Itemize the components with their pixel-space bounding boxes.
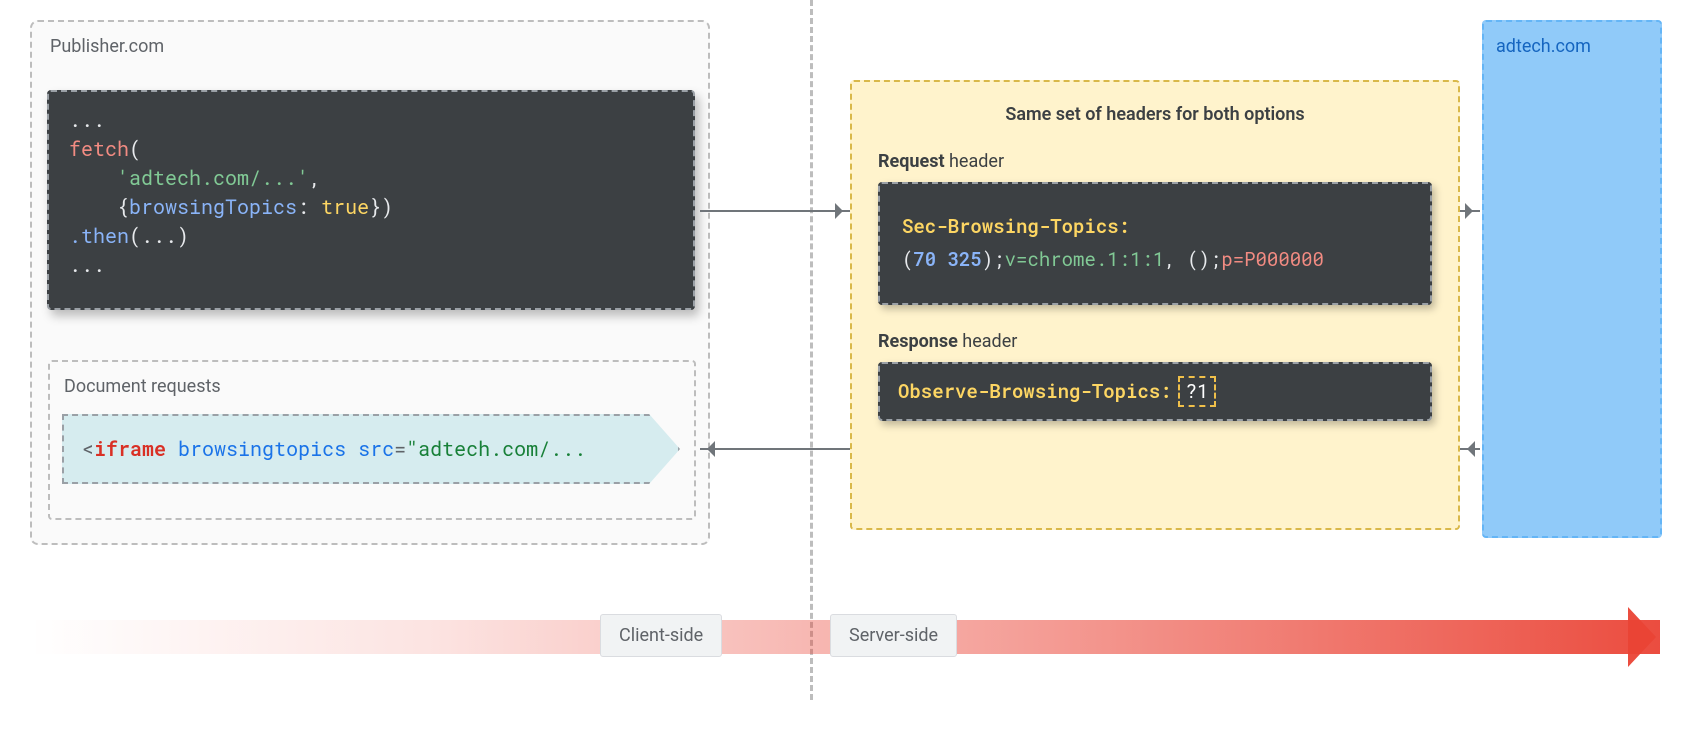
code-then-args: (...)	[129, 223, 189, 249]
rb-p1: (	[902, 247, 913, 272]
client-side-label: Client-side	[600, 614, 722, 657]
response-header-value-box: ?1	[1178, 376, 1217, 407]
request-header-name: Sec-Browsing-Topics:	[902, 214, 1130, 239]
code-comma: ,	[309, 165, 321, 191]
response-header-strong: Response	[878, 331, 958, 352]
code-ellipsis: ...	[69, 107, 105, 133]
rb-comma: ,	[1164, 247, 1175, 272]
request-header-label: Request header	[878, 151, 1432, 172]
code-paren: (	[129, 136, 141, 162]
rb-vval: chrome.1:1:1	[1027, 247, 1164, 272]
arrow-adtech-to-headers	[1460, 448, 1480, 450]
response-header-value: ?1	[1186, 379, 1209, 404]
adtech-title: adtech.com	[1496, 36, 1648, 57]
headers-panel-title: Same set of headers for both options	[878, 104, 1432, 125]
arrow-headers-to-publisher	[700, 448, 850, 450]
rb-eclose: )	[1199, 247, 1210, 272]
publisher-title: Publisher.com	[50, 36, 164, 57]
iframe-tag-block: <iframe browsingtopics src="adtech.com/.…	[62, 414, 680, 484]
rb-eopen: (	[1176, 247, 1199, 272]
headers-panel: Same set of headers for both options Req…	[850, 80, 1460, 530]
rb-v2: 325	[936, 247, 982, 272]
request-header-rest: header	[945, 151, 1005, 172]
server-side-label: Server-side	[830, 614, 957, 657]
rb-pval: P000000	[1244, 247, 1324, 272]
arrow-headers-to-adtech	[1460, 210, 1480, 212]
code-colon: :	[297, 194, 309, 220]
iframe-src-value: "adtech.com/...	[406, 436, 586, 462]
rb-v1: 70	[913, 247, 936, 272]
code-ellipsis-2: ...	[69, 252, 105, 278]
fetch-code-block: ... fetch( 'adtech.com/...', {browsingTo…	[47, 90, 695, 310]
request-header-strong: Request	[878, 151, 945, 172]
rb-vkey: v=	[1005, 247, 1028, 272]
code-url: 'adtech.com/...'	[117, 165, 309, 191]
response-header-block: Observe-Browsing-Topics: ?1	[878, 362, 1432, 421]
code-then: .then	[69, 223, 129, 249]
code-brace-close: }	[369, 194, 381, 220]
rb-p2: )	[982, 247, 993, 272]
iframe-attr-browsingtopics: browsingtopics	[178, 436, 346, 462]
response-header-label: Response header	[878, 331, 1432, 352]
code-fetch: fetch	[69, 136, 129, 162]
code-opt-key: browsingTopics	[129, 194, 297, 220]
iframe-tag-name: iframe	[94, 436, 166, 462]
client-server-divider	[810, 0, 813, 700]
document-requests-title: Document requests	[64, 376, 221, 397]
adtech-panel: adtech.com	[1482, 20, 1662, 538]
rb-semi2: ;	[1210, 247, 1221, 272]
response-header-name: Observe-Browsing-Topics:	[898, 379, 1172, 404]
iframe-open: <	[82, 436, 94, 462]
rb-semi: ;	[993, 247, 1004, 272]
code-brace: {	[117, 194, 129, 220]
code-paren-close: )	[381, 194, 393, 220]
rb-pkey: p=	[1221, 247, 1244, 272]
response-header-rest: header	[958, 331, 1018, 352]
request-header-block: Sec-Browsing-Topics: (70 325);v=chrome.1…	[878, 182, 1432, 305]
code-opt-val: true	[321, 194, 369, 220]
iframe-eq: =	[394, 436, 406, 462]
arrow-publisher-to-headers	[700, 210, 850, 212]
iframe-attr-src: src	[358, 436, 394, 462]
